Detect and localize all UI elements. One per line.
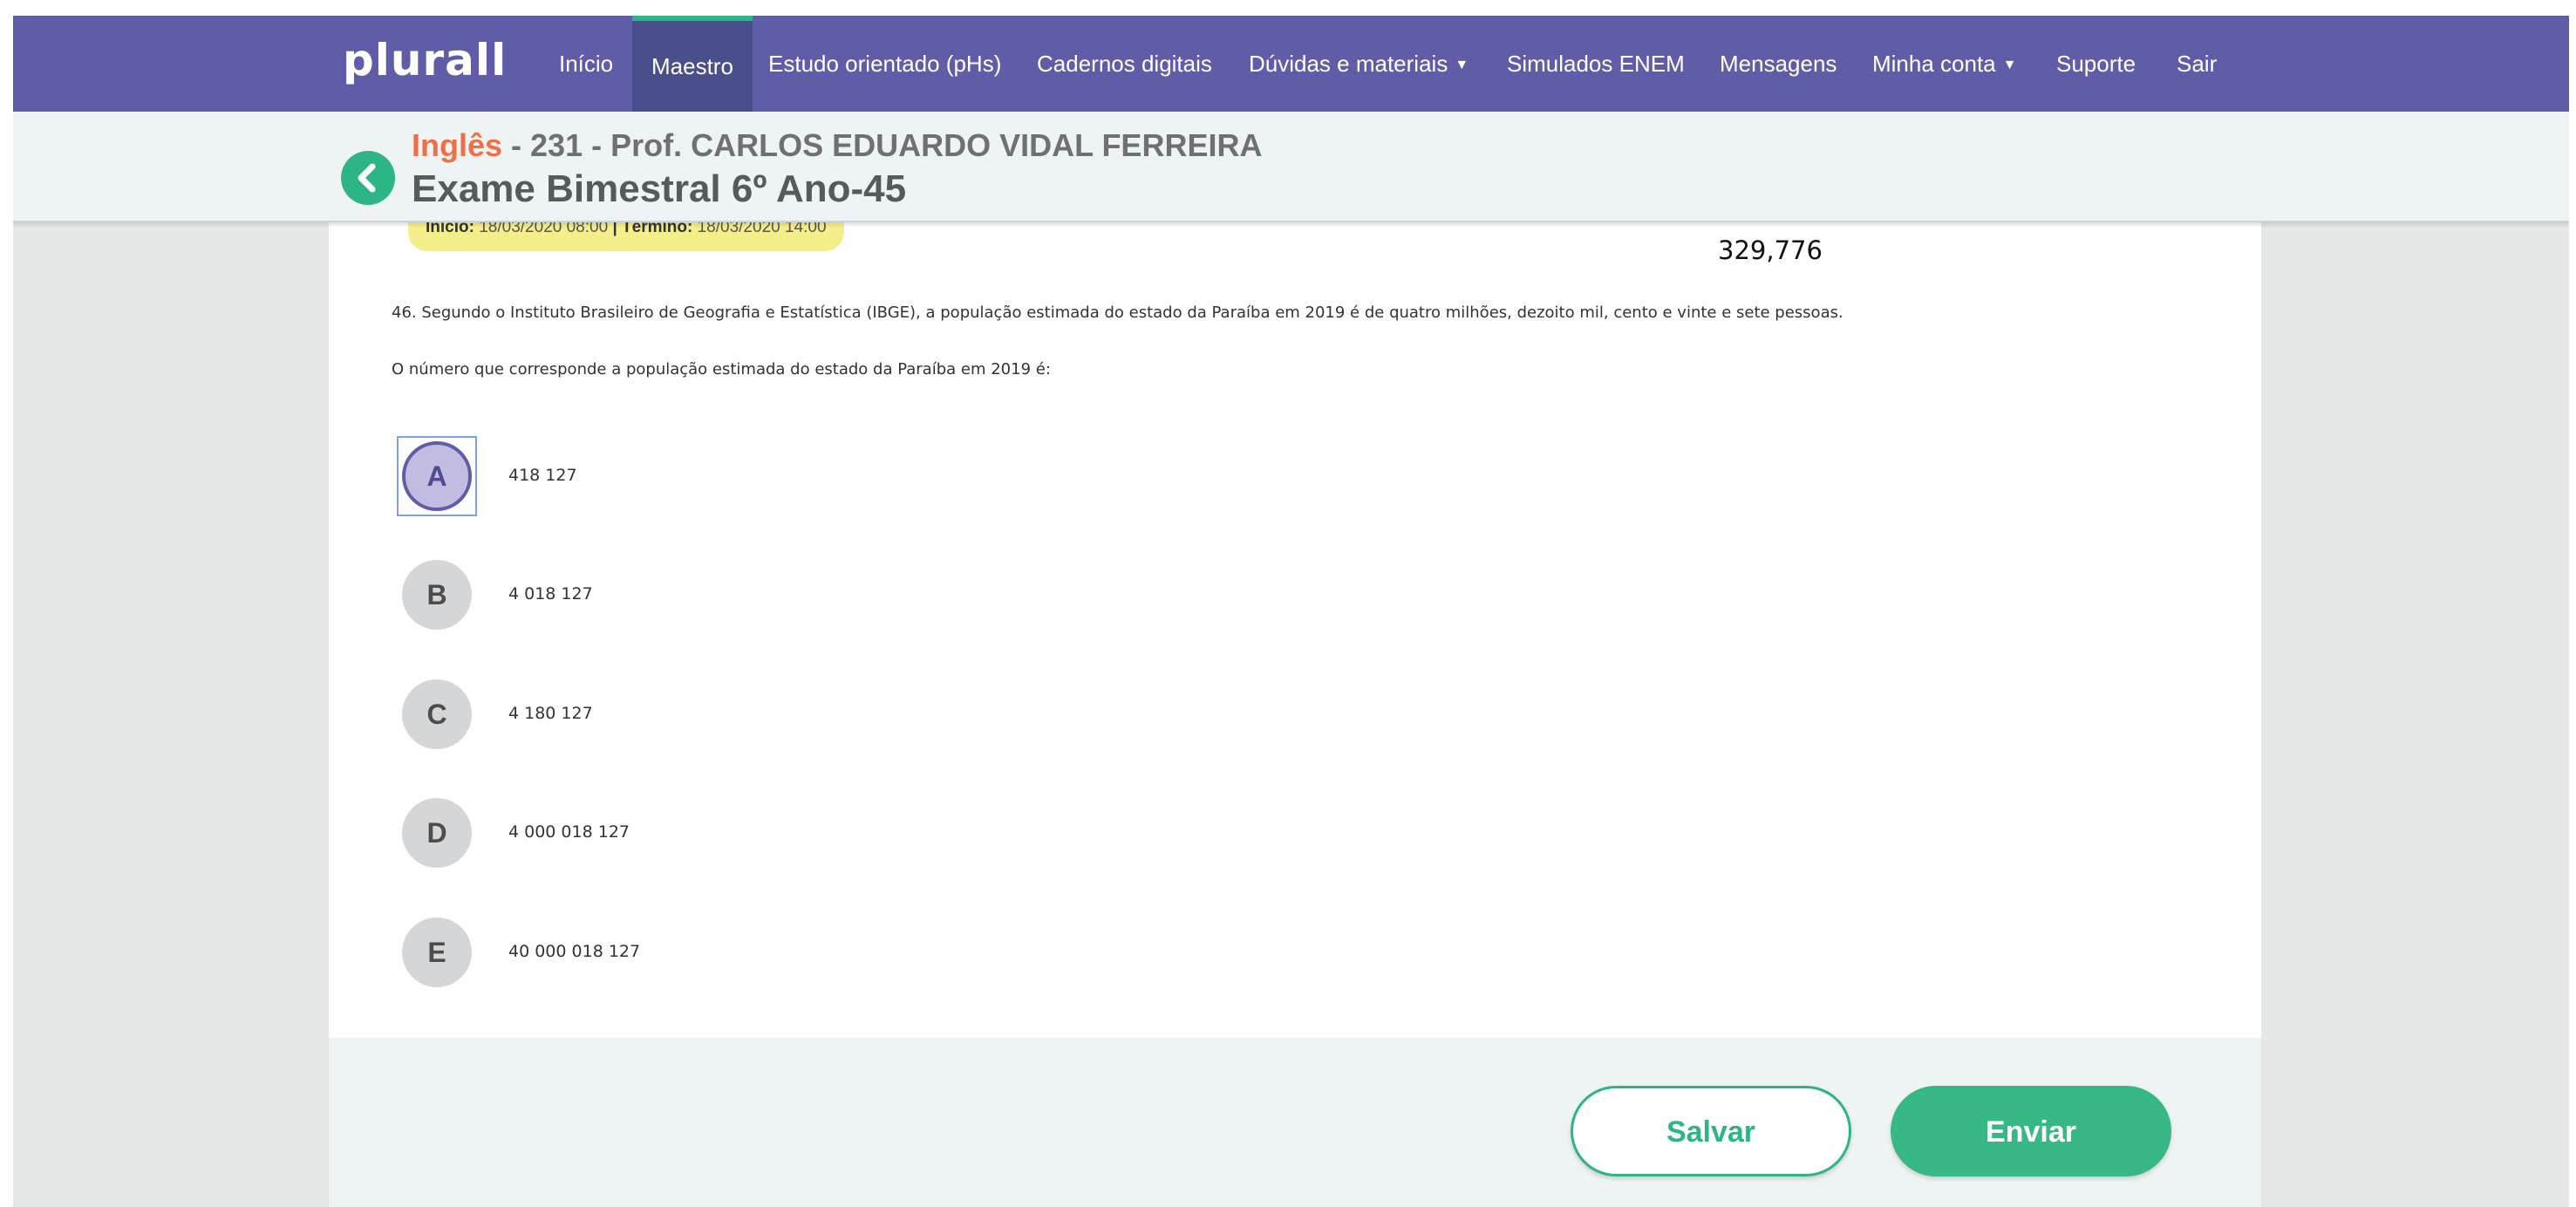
nav-cadernos-digitais[interactable]: Cadernos digitais [1037,16,1212,112]
answer-option-b[interactable]: B 4 018 127 [388,555,911,633]
answer-option-a[interactable]: A 418 127 [388,436,911,516]
question-statement: 46. Segundo o Instituto Brasileiro de Ge… [392,303,1843,322]
nav-duvidas-label: Dúvidas e materiais [1249,51,1448,77]
nav-estudo-orientado[interactable]: Estudo orientado (pHs) [768,16,1001,112]
send-button[interactable]: Enviar [1891,1086,2171,1176]
option-letter[interactable]: E [402,917,472,987]
nav-maestro[interactable]: Maestro [632,16,753,112]
course-info: Inglês - 231 - Prof. CARLOS EDUARDO VIDA… [412,127,1262,164]
nav-simulados-enem[interactable]: Simulados ENEM [1507,16,1685,112]
exam-title: Exame Bimestral 6º Ano-45 [412,167,907,210]
answer-option-d[interactable]: D 4 000 018 127 [388,793,911,871]
option-letter[interactable]: D [402,798,472,868]
answer-option-c[interactable]: C 4 180 127 [388,674,911,753]
option-text: 40 000 018 127 [508,942,641,961]
answer-option-e[interactable]: E 40 000 018 127 [388,912,911,991]
course-header: Inglês - 231 - Prof. CARLOS EDUARDO VIDA… [13,112,2569,222]
nav-minha-conta-label: Minha conta [1872,51,1996,77]
nav-suporte[interactable]: Suporte [2056,16,2136,112]
chevron-left-icon [358,163,376,193]
app-window: plurall Início Maestro Estudo orientado … [13,16,2569,1207]
question-prompt: O número que corresponde a população est… [392,360,1051,378]
save-button[interactable]: Salvar [1571,1086,1851,1176]
option-letter[interactable]: A [402,441,472,511]
nav-mensagens[interactable]: Mensagens [1720,16,1837,112]
nav-sair[interactable]: Sair [2177,16,2217,112]
option-letter[interactable]: B [402,560,472,630]
plurall-logo[interactable]: plurall [343,35,507,85]
nav-minha-conta[interactable]: Minha conta ▼ [1872,16,2017,112]
back-button[interactable] [341,151,395,205]
top-navigation: plurall Início Maestro Estudo orientado … [13,16,2569,112]
nav-inicio[interactable]: Início [559,16,613,112]
option-text: 4 180 127 [508,704,593,723]
option-letter[interactable]: C [402,679,472,749]
course-details: - 231 - Prof. CARLOS EDUARDO VIDAL FERRE… [502,127,1263,163]
nav-duvidas-materiais[interactable]: Dúvidas e materiais ▼ [1249,16,1469,112]
option-text: 4 018 127 [508,584,593,604]
course-subject: Inglês [412,127,503,163]
option-text: 418 127 [508,466,577,485]
overlay-number: 329,776 [1718,235,1823,265]
option-text: 4 000 018 127 [508,822,630,842]
caret-down-icon: ▼ [2002,58,2017,73]
caret-down-icon: ▼ [1455,58,1469,73]
